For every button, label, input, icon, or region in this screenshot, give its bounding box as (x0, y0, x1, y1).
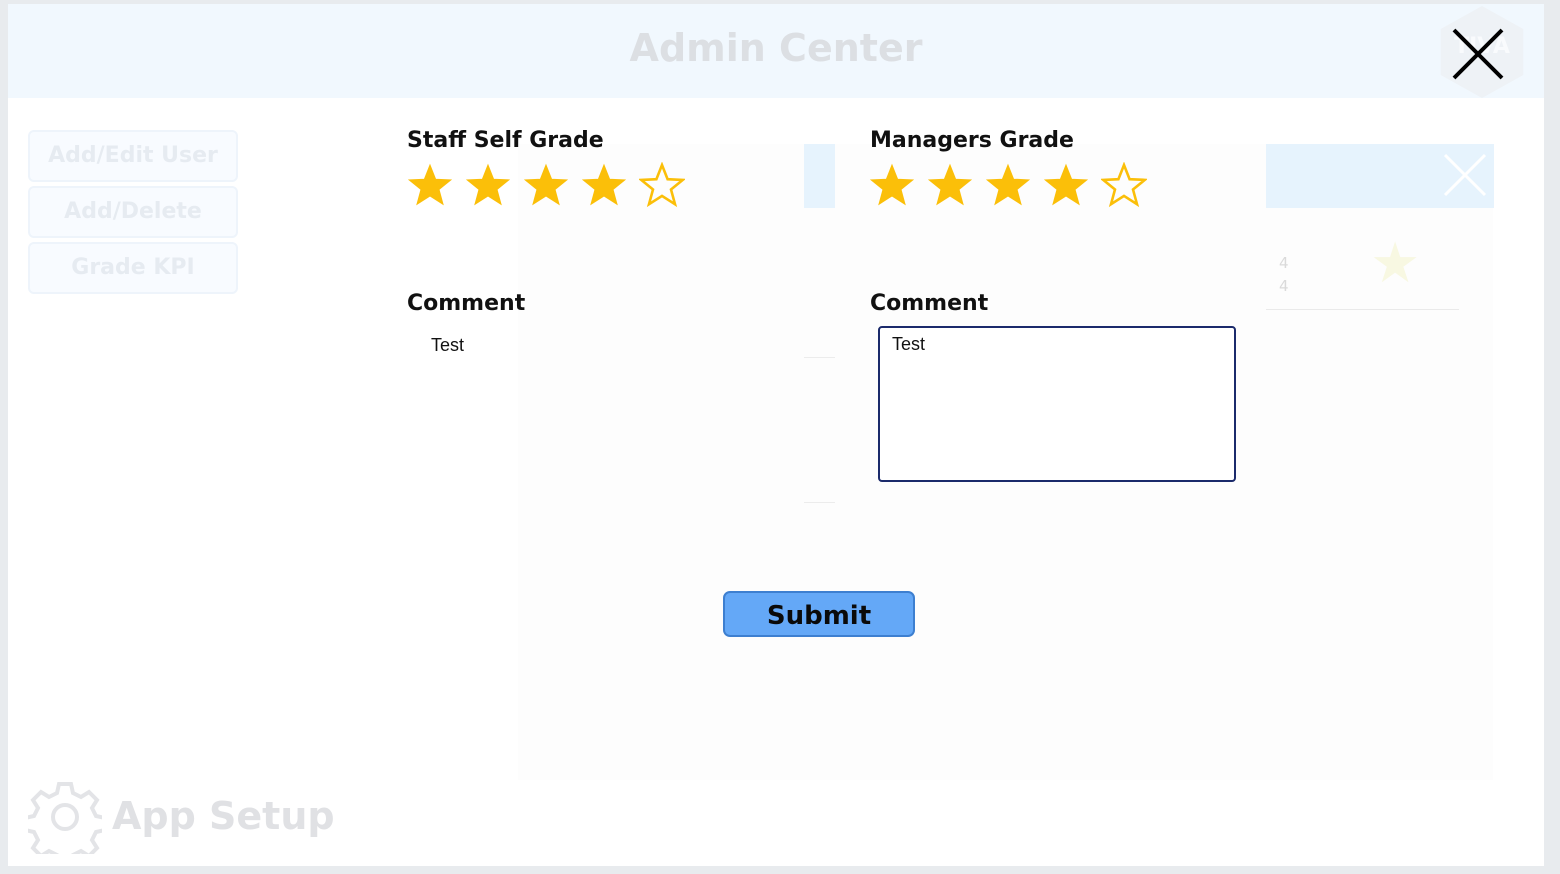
manager-star-filled-icon[interactable] (985, 162, 1031, 208)
table-cell: 4 (1279, 277, 1289, 295)
staff-star-filled-icon[interactable] (407, 162, 453, 208)
staff-comment-text: Test (431, 335, 465, 355)
page-title: Admin Center (629, 26, 923, 70)
divider (804, 502, 835, 503)
background-band (804, 144, 835, 208)
staff-star-filled-icon[interactable] (581, 162, 627, 208)
sidebar-item-grade-kpi[interactable]: Grade KPI (28, 242, 238, 294)
staff-comment-label: Comment (407, 291, 526, 316)
app-window: Admin Center TIVA Add/Edit User Add/Dele… (8, 4, 1544, 866)
sidebar-item-add-edit-user[interactable]: Add/Edit User (28, 130, 238, 182)
gear-icon[interactable] (28, 780, 102, 854)
background-star-icon: ★ (1370, 231, 1421, 296)
manager-rating (869, 162, 1147, 210)
manager-comment-label: Comment (870, 291, 989, 316)
staff-rating (407, 162, 685, 210)
sidebar-item-add-delete-kpis[interactable]: Add/Delete KPI's (28, 186, 238, 272)
manager-star-filled-icon[interactable] (869, 162, 915, 208)
close-icon[interactable] (1446, 22, 1510, 86)
app-setup-label[interactable]: App Setup (112, 794, 335, 838)
header-bar: Admin Center TIVA (8, 4, 1544, 98)
divider (804, 357, 835, 358)
divider (1266, 309, 1459, 310)
manager-star-outline-icon[interactable] (1101, 162, 1147, 208)
background-close-icon (1443, 153, 1487, 197)
manager-star-filled-icon[interactable] (1043, 162, 1089, 208)
submit-button[interactable]: Submit (723, 591, 915, 637)
manager-star-filled-icon[interactable] (927, 162, 973, 208)
staff-grade-label: Staff Self Grade (407, 128, 604, 153)
table-cell: 4 (1279, 254, 1289, 272)
staff-star-filled-icon[interactable] (465, 162, 511, 208)
manager-comment-input[interactable]: Test (878, 326, 1236, 482)
staff-star-filled-icon[interactable] (523, 162, 569, 208)
manager-grade-label: Managers Grade (870, 128, 1074, 153)
staff-star-outline-icon[interactable] (639, 162, 685, 208)
